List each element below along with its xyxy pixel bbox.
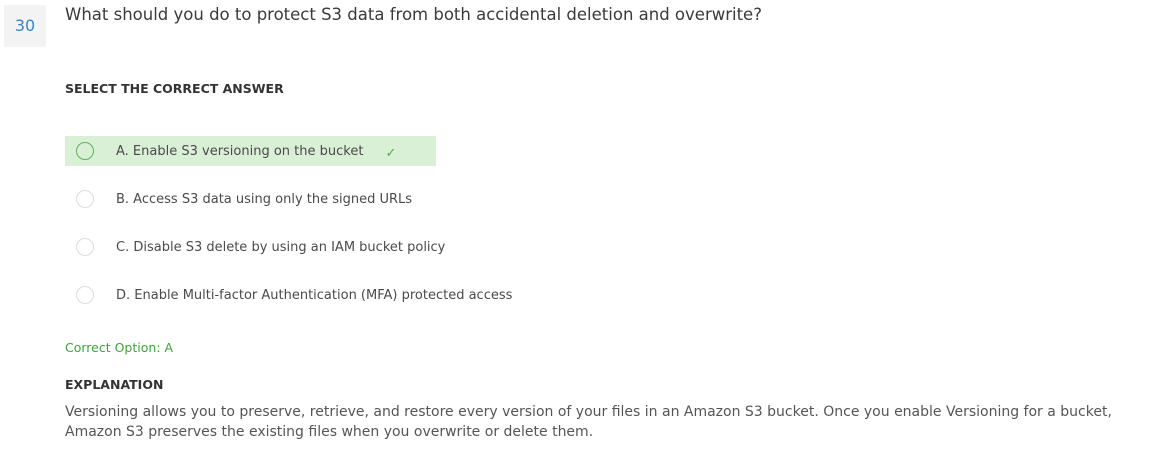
explanation-heading: EXPLANATION <box>65 377 164 392</box>
checkmark-icon: ✓ <box>385 145 397 161</box>
option-c[interactable]: C. Disable S3 delete by using an IAM buc… <box>65 232 445 262</box>
radio-option-a[interactable] <box>76 142 94 160</box>
radio-option-b[interactable] <box>76 190 94 208</box>
option-c-label: C. Disable S3 delete by using an IAM buc… <box>116 239 446 255</box>
option-b[interactable]: B. Access S3 data using only the signed … <box>65 184 412 214</box>
answer-instruction: SELECT THE CORRECT ANSWER <box>65 81 284 96</box>
option-d-label: D. Enable Multi-factor Authentication (M… <box>116 287 513 303</box>
option-d[interactable]: D. Enable Multi-factor Authentication (M… <box>65 280 512 310</box>
option-a-label: A. Enable S3 versioning on the bucket <box>116 143 364 159</box>
question-number: 30 <box>4 5 46 47</box>
radio-option-d[interactable] <box>76 286 94 304</box>
question-text: What should you do to protect S3 data fr… <box>65 5 762 24</box>
correct-option-indicator: Correct Option: A <box>65 340 174 355</box>
option-b-label: B. Access S3 data using only the signed … <box>116 191 413 207</box>
explanation-text: Versioning allows you to preserve, retri… <box>65 404 1112 440</box>
radio-option-c[interactable] <box>76 238 94 256</box>
option-a[interactable]: A. Enable S3 versioning on the bucket ✓ <box>65 136 436 166</box>
